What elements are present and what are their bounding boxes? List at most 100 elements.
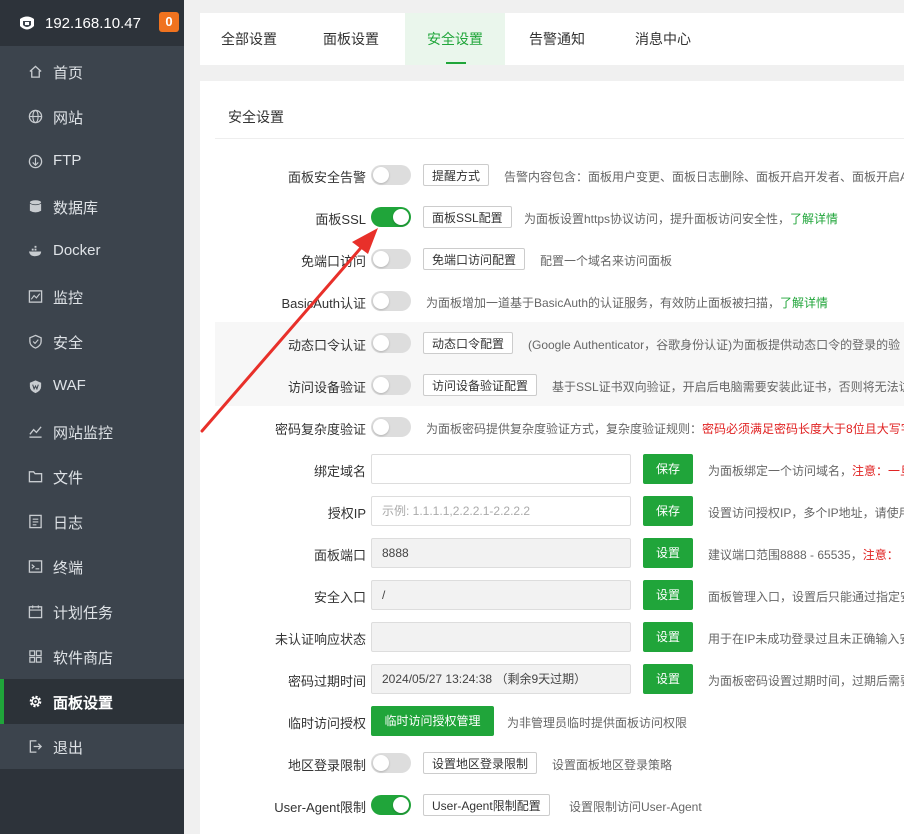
sidebar-item-label: 退出 <box>53 740 84 757</box>
learn-more-link[interactable]: 了解详情 <box>790 212 838 226</box>
row-password-expire: 密码过期时间 2024/05/27 13:24:38 （剩余9天过期） 设置 为… <box>215 658 904 700</box>
setting-description: 设置限制访问User-Agent <box>569 800 702 814</box>
setting-label: 面板SSL <box>315 212 366 227</box>
setting-description: 设置面板地区登录策略 <box>552 758 673 772</box>
setting-label: 访问设备验证 <box>287 380 366 395</box>
tab-alarm-notify[interactable]: 告警通知 <box>505 13 609 65</box>
sidebar-item-ftp[interactable]: FTP <box>0 139 184 184</box>
device-verify-toggle[interactable] <box>371 375 411 395</box>
row-unauth-response: 未认证响应状态 设置 用于在IP未成功登录过且未正确输入安 <box>215 616 904 658</box>
temp-auth-manage-button[interactable]: 临时访问授权管理 <box>371 706 494 736</box>
setting-label: 安全入口 <box>313 590 366 605</box>
warning-text: 注意： <box>862 548 899 562</box>
sidebar-item-database[interactable]: 数据库 <box>0 184 184 229</box>
setting-description: 建议端口范围8888 - 65535，注意： <box>708 546 899 563</box>
set-port-button[interactable]: 设置 <box>643 538 693 568</box>
sidebar-item-label: 网站 <box>53 110 84 127</box>
no-port-toggle[interactable] <box>371 249 411 269</box>
bind-domain-input[interactable] <box>371 454 631 484</box>
setting-label: 面板端口 <box>313 548 366 563</box>
sidebar-item-label: 数据库 <box>53 200 99 217</box>
ssl-config-button[interactable]: 面板SSL配置 <box>423 206 512 228</box>
dynamic-password-config-button[interactable]: 动态口令配置 <box>423 332 514 354</box>
sidebar-item-security[interactable]: 安全 <box>0 319 184 364</box>
row-panel-port: 面板端口 8888 设置 建议端口范围8888 - 65535，注意： <box>215 532 904 574</box>
ftp-icon <box>28 154 43 169</box>
tab-message-center[interactable]: 消息中心 <box>609 13 717 65</box>
sidebar-item-home[interactable]: 首页 <box>0 49 184 94</box>
alarm-method-button[interactable]: 提醒方式 <box>423 164 490 186</box>
user-agent-toggle[interactable] <box>371 795 411 815</box>
setting-description: 为面板增加一道基于BasicAuth的认证服务，有效防止面板被扫描，了解详情 <box>426 294 828 311</box>
sidebar-item-site-monitor[interactable]: 网站监控 <box>0 409 184 454</box>
sidebar-item-monitor[interactable]: 监控 <box>0 274 184 319</box>
set-expire-button[interactable]: 设置 <box>643 664 693 694</box>
sidebar-item-label: 计划任务 <box>53 605 114 622</box>
setting-description: 基于SSL证书双向验证，开启后电脑需要安装此证书，否则将无法访 <box>552 380 904 394</box>
setting-label: 面板安全告警 <box>287 170 366 185</box>
setting-description: (Google Authenticator，谷歌身份认证)为面板提供动态口令的登… <box>528 338 901 352</box>
setting-description: 面板管理入口，设置后只能通过指定安 <box>708 590 904 604</box>
log-icon <box>29 514 42 529</box>
panel-port-input[interactable]: 8888 <box>371 538 631 568</box>
save-auth-ip-button[interactable]: 保存 <box>643 496 693 526</box>
sidebar-item-waf[interactable]: WAF <box>0 364 184 409</box>
device-verify-config-button[interactable]: 访问设备验证配置 <box>423 374 538 396</box>
sidebar-item-label: 文件 <box>53 470 84 487</box>
setting-description: 为非管理员临时提供面板访问权限 <box>507 716 688 730</box>
dynamic-password-toggle[interactable] <box>371 333 411 353</box>
sidebar-item-logs[interactable]: 日志 <box>0 499 184 544</box>
sidebar-item-terminal[interactable]: 终端 <box>0 544 184 589</box>
sidebar-item-website[interactable]: 网站 <box>0 94 184 139</box>
save-domain-button[interactable]: 保存 <box>643 454 693 484</box>
globe-icon <box>28 109 43 124</box>
panel-alarm-toggle[interactable] <box>371 165 411 185</box>
region-limit-config-button[interactable]: 设置地区登录限制 <box>423 752 538 774</box>
row-region-limit: 地区登录限制 设置地区登录限制 设置面板地区登录策略 <box>215 742 904 784</box>
row-basic-auth: BasicAuth认证 为面板增加一道基于BasicAuth的认证服务，有效防止… <box>215 280 904 322</box>
security-entry-input[interactable]: / <box>371 580 631 610</box>
row-dynamic-password: 动态口令认证 动态口令配置 (Google Authenticator，谷歌身份… <box>215 322 904 364</box>
bt-logo-icon <box>20 16 34 30</box>
settings-tabs: 全部设置 面板设置 安全设置 告警通知 消息中心 <box>200 13 904 65</box>
sidebar: 192.168.10.47 0 首页 网站 FTP 数据库 Docker 监控 <box>0 0 184 834</box>
password-complexity-toggle[interactable] <box>371 417 411 437</box>
sidebar-item-cron[interactable]: 计划任务 <box>0 589 184 634</box>
panel-ssl-toggle[interactable] <box>371 207 411 227</box>
tab-security-settings[interactable]: 安全设置 <box>405 13 505 65</box>
set-unauth-button[interactable]: 设置 <box>643 622 693 652</box>
auth-ip-input[interactable]: 示例: 1.1.1.1,2.2.2.1-2.2.2.2 <box>371 496 631 526</box>
database-icon <box>29 200 42 213</box>
sidebar-footer <box>0 769 184 834</box>
setting-label: 未认证响应状态 <box>274 632 366 647</box>
tab-all-settings[interactable]: 全部设置 <box>200 13 298 65</box>
setting-label: 地区登录限制 <box>287 758 366 773</box>
sidebar-item-files[interactable]: 文件 <box>0 454 184 499</box>
sidebar-item-panel-settings[interactable]: 面板设置 <box>0 679 184 724</box>
learn-more-link[interactable]: 了解详情 <box>780 296 828 310</box>
region-limit-toggle[interactable] <box>371 753 411 773</box>
message-count-badge[interactable]: 0 <box>159 12 179 32</box>
sidebar-item-logout[interactable]: 退出 <box>0 724 184 769</box>
tab-panel-settings[interactable]: 面板设置 <box>298 13 404 65</box>
sidebar-item-app-store[interactable]: 软件商店 <box>0 634 184 679</box>
warning-text: 密码必须满足密码长度大于8位且大写字 <box>702 422 904 436</box>
basic-auth-toggle[interactable] <box>371 291 411 311</box>
server-ip[interactable]: 192.168.10.47 <box>45 15 141 32</box>
unauth-response-input[interactable] <box>371 622 631 652</box>
row-user-agent-limit: User-Agent限制 User-Agent限制配置 设置限制访问User-A… <box>215 784 904 826</box>
setting-label: 免端口访问 <box>300 254 366 269</box>
setting-description: 配置一个域名来访问面板 <box>540 254 673 268</box>
set-entry-button[interactable]: 设置 <box>643 580 693 610</box>
setting-description: 告警内容包含：面板用户变更、面板日志删除、面板开启开发者、面板开启A <box>504 170 904 184</box>
setting-label: BasicAuth认证 <box>281 296 366 311</box>
section-title: 安全设置 <box>228 109 284 125</box>
description-text: 为面板绑定一个访问域名， <box>708 464 853 478</box>
sidebar-item-docker[interactable]: Docker <box>0 229 184 274</box>
calendar-icon <box>28 605 43 619</box>
monitor-icon <box>28 290 43 303</box>
shield-icon <box>29 334 42 349</box>
user-agent-config-button[interactable]: User-Agent限制配置 <box>423 794 550 816</box>
password-expire-input[interactable]: 2024/05/27 13:24:38 （剩余9天过期） <box>371 664 631 694</box>
no-port-config-button[interactable]: 免端口访问配置 <box>423 248 526 270</box>
